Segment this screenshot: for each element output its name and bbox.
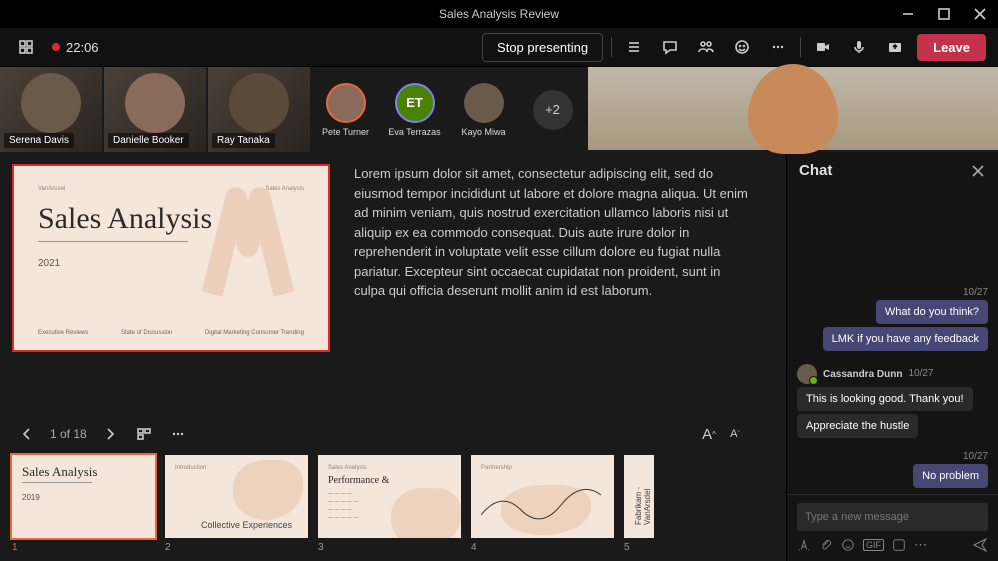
meeting-toolbar: 22:06 Stop presenting Leave	[0, 28, 998, 67]
slide-thumbnails: Sales Analysis 2019 1 Introduction Colle…	[0, 451, 786, 561]
close-window-button[interactable]	[962, 0, 998, 28]
video-tile[interactable]: Serena Davis	[0, 67, 102, 152]
overflow-tile[interactable]: +2	[519, 67, 586, 152]
thumbnail-number: 1	[12, 542, 155, 553]
chat-messages[interactable]: 10/27 What do you think? LMK if you have…	[787, 189, 998, 494]
thumbnail-number: 5	[624, 542, 654, 553]
presenter-notes: Lorem ipsum dolor sit amet, consectetur …	[354, 164, 774, 405]
message-time: 10/27	[797, 451, 988, 462]
maximize-button[interactable]	[926, 0, 962, 28]
slide-controls: 1 of 18 A^ Aˇ	[0, 417, 786, 451]
more-slide-icon[interactable]	[167, 423, 189, 445]
current-slide[interactable]: VanAruselSales Analysis Sales Analysis 2…	[12, 164, 330, 352]
participant-name: Kayo Miwa	[461, 127, 505, 137]
message-bubble: This is looking good. Thank you!	[797, 387, 973, 411]
message-time: 10/27	[797, 287, 988, 298]
reactions-icon[interactable]	[728, 33, 756, 61]
thumbnail-number: 3	[318, 542, 461, 553]
share-icon[interactable]	[881, 33, 909, 61]
stop-presenting-button[interactable]: Stop presenting	[482, 33, 603, 62]
presentation-area: VanArusel Sales Analysis Sales Analysis 2…	[0, 152, 786, 561]
camera-icon[interactable]	[809, 33, 837, 61]
recording-timer: 22:06	[66, 40, 99, 55]
thumbnail-number: 4	[471, 542, 614, 553]
message-time: 10/27	[908, 368, 933, 379]
message-input[interactable]	[797, 503, 988, 531]
sticker-icon[interactable]	[892, 538, 906, 552]
page-indicator: 1 of 18	[50, 427, 87, 441]
emoji-icon[interactable]	[841, 538, 855, 552]
participant-name: Serena Davis	[4, 133, 74, 148]
participant-name: Ray Tanaka	[212, 133, 275, 148]
message-bubble: What do you think?	[876, 300, 988, 324]
thumbnail[interactable]: Partnership	[471, 455, 614, 538]
participant-strip: Serena Davis Danielle Booker Ray Tanaka …	[0, 67, 998, 152]
format-icon[interactable]	[797, 538, 811, 552]
leave-button[interactable]: Leave	[917, 34, 986, 61]
avatar-tile[interactable]: ETEva Terrazas	[381, 67, 448, 152]
message-bubble: LMK if you have any feedback	[823, 327, 988, 351]
chat-compose: GIF ⋯	[787, 494, 998, 561]
window-controls	[890, 0, 998, 28]
avatar-tile[interactable]: Pete Turner	[312, 67, 379, 152]
avatar	[797, 364, 817, 384]
layout-grid-icon[interactable]	[12, 33, 40, 61]
thumbnail[interactable]: Fabrikam - VanArsdel	[624, 455, 654, 538]
thumbnail-subtitle: 2019	[22, 493, 145, 502]
overflow-count: +2	[533, 90, 573, 130]
avatar-tile[interactable]: Kayo Miwa	[450, 67, 517, 152]
thumbnail-title: Fabrikam - VanArsdel	[634, 465, 652, 525]
more-icon[interactable]	[764, 33, 792, 61]
thumbnail-subtitle: Collective Experiences	[175, 520, 308, 530]
chat-title: Chat	[799, 162, 832, 179]
titlebar: Sales Analysis Review	[0, 0, 998, 28]
window-title: Sales Analysis Review	[439, 7, 559, 21]
recording-icon	[52, 43, 60, 51]
participant-name: Pete Turner	[322, 127, 369, 137]
people-icon[interactable]	[692, 33, 720, 61]
more-compose-icon[interactable]: ⋯	[914, 537, 927, 553]
chat-panel: Chat 10/27 What do you think? LMK if you…	[786, 152, 998, 561]
thumbnail-title: Performance &	[328, 475, 451, 486]
list-icon[interactable]	[620, 33, 648, 61]
thumbnail-title: Sales Analysis	[22, 465, 145, 479]
thumbnail[interactable]: Introduction Collective Experiences	[165, 455, 308, 538]
participant-name: Danielle Booker	[108, 133, 189, 148]
thumbnail-number: 2	[165, 542, 308, 553]
next-slide-button[interactable]	[99, 423, 121, 445]
gif-icon[interactable]: GIF	[863, 539, 884, 551]
message-bubble: No problem	[913, 464, 988, 488]
chat-icon[interactable]	[656, 33, 684, 61]
attach-icon[interactable]	[819, 538, 833, 552]
presenter-video[interactable]	[588, 67, 998, 150]
font-decrease-icon[interactable]: Aˇ	[724, 423, 746, 445]
close-chat-icon[interactable]	[970, 163, 986, 179]
slide-footer: Executive ReviewsState of DiscussionDigi…	[38, 330, 304, 336]
grid-view-icon[interactable]	[133, 423, 155, 445]
slide-header-left: VanArusel	[38, 186, 65, 192]
participant-name: Eva Terrazas	[388, 127, 440, 137]
message-bubble: Appreciate the hustle	[797, 414, 918, 438]
prev-slide-button[interactable]	[16, 423, 38, 445]
thumbnail[interactable]: Sales Analysis 2019	[12, 455, 155, 538]
microphone-icon[interactable]	[845, 33, 873, 61]
send-icon[interactable]	[972, 537, 988, 553]
font-increase-icon[interactable]: A^	[698, 423, 720, 445]
minimize-button[interactable]	[890, 0, 926, 28]
thumbnail[interactable]: Sales Analysis Performance & — — — —— — …	[318, 455, 461, 538]
video-tile[interactable]: Danielle Booker	[104, 67, 206, 152]
message-sender: Cassandra Dunn	[823, 369, 902, 380]
video-tile[interactable]: Ray Tanaka	[208, 67, 310, 152]
